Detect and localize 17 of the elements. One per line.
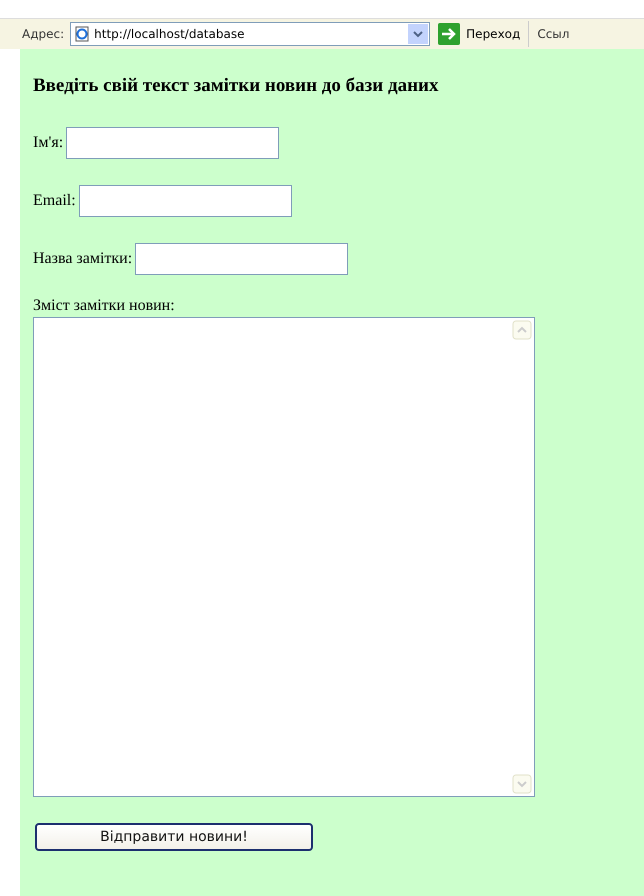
address-field[interactable]: http://localhost/database [70,22,430,46]
field-label: Ім'я: [33,134,64,152]
address-label: Адрес: [21,27,66,41]
scroll-down-icon[interactable] [512,774,532,794]
dropdown-icon[interactable] [408,24,428,44]
field-label: Зміст замітки новин: [33,297,176,315]
input-field[interactable] [78,185,292,217]
form-heading: Введіть свій текст замітки новин до бази даних [33,74,440,97]
field-label: Назва замітки: [33,250,132,268]
input-field[interactable] [66,127,280,159]
field-label: Email: [33,192,76,210]
submit-button[interactable]: Відправити новини! [35,823,313,851]
go-button[interactable]: Переход [438,21,530,47]
scroll-up-icon[interactable] [512,320,532,340]
links-label[interactable]: Ссыл [529,27,570,41]
input-field[interactable] [135,243,348,275]
browser-icon [74,26,90,42]
